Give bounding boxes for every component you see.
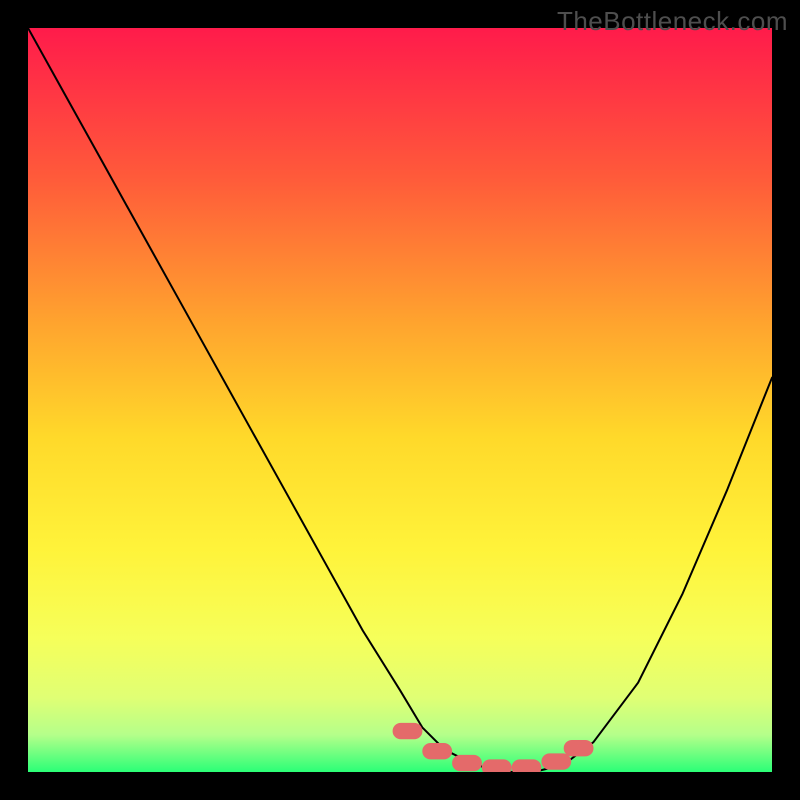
- chart-frame: TheBottleneck.com: [0, 0, 800, 800]
- marker-point: [541, 753, 571, 769]
- watermark-text: TheBottleneck.com: [557, 6, 788, 37]
- gradient-background: [28, 28, 772, 772]
- marker-point: [512, 759, 542, 772]
- marker-point: [422, 743, 452, 759]
- marker-point: [452, 755, 482, 771]
- marker-point: [393, 723, 423, 739]
- plot-area: [28, 28, 772, 772]
- marker-point: [564, 740, 594, 756]
- bottleneck-chart: [28, 28, 772, 772]
- marker-point: [482, 759, 512, 772]
